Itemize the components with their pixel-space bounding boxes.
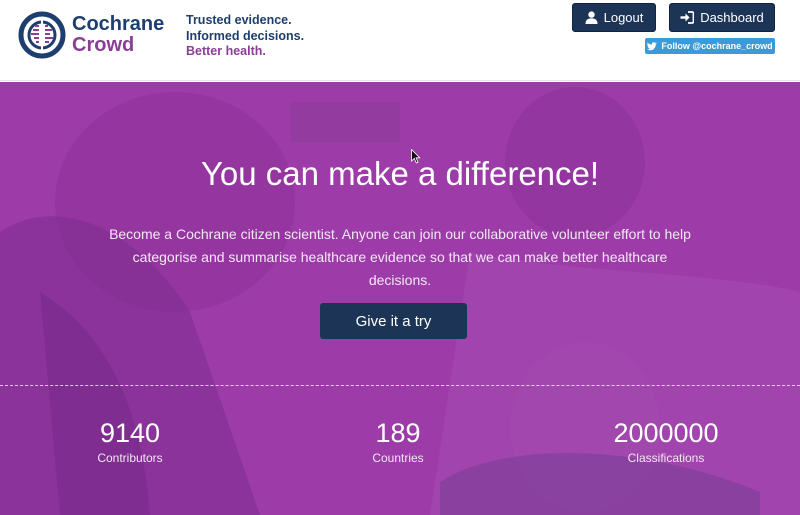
user-icon [585,11,598,24]
hero-description-line2: categorise and summarise healthcare evid… [132,249,668,288]
mouse-cursor-icon [411,149,421,164]
stat-contributors: 9140 Contributors [30,417,230,467]
cochrane-logo-icon [18,11,66,59]
hero-description: Become a Cochrane citizen scientist. Any… [100,223,700,292]
tagline-line1: Trusted evidence. [186,13,292,27]
dashboard-button[interactable]: Dashboard [669,3,775,32]
twitter-follow-button[interactable]: Follow @cochrane_crowd [645,38,775,54]
hero-description-line1: Become a Cochrane citizen scientist. Any… [109,226,691,242]
sign-in-icon [680,11,695,24]
stat-countries: 189 Countries [298,417,498,467]
logo-name-line1: Cochrane [72,13,165,35]
logo-name-line2: Crowd [72,34,135,56]
tagline-line2: Informed decisions. [186,28,305,43]
site-header: Cochrane Crowd Trusted evidence. Informe… [0,0,800,81]
logout-label: Logout [603,10,644,25]
logout-button[interactable]: Logout [572,3,656,32]
stat-value: 9140 [99,418,161,448]
stat-classifications: 2000000 Classifications [566,417,766,467]
stat-label: Contributors [97,451,163,465]
stats-divider [0,385,800,386]
tagline-line3: Better health. [186,44,266,58]
tagline: Trusted evidence. Informed decisions. Be… [186,13,304,60]
twitter-bird-icon [647,41,658,50]
dashboard-label: Dashboard [700,10,764,25]
cochrane-crowd-logo[interactable]: Cochrane Crowd [18,11,164,59]
twitter-follow-label: Follow @cochrane_crowd [661,41,773,51]
hero-section: You can make a difference! Become a Coch… [0,82,800,515]
stat-label: Countries [372,451,424,465]
stat-value: 189 [375,418,421,448]
give-it-a-try-button[interactable]: Give it a try [320,303,467,339]
hero-title: You can make a difference! [200,155,600,192]
stat-value: 2000000 [613,418,719,448]
logo-wordmark: Cochrane Crowd [72,14,164,56]
stat-label: Classifications [627,451,705,465]
